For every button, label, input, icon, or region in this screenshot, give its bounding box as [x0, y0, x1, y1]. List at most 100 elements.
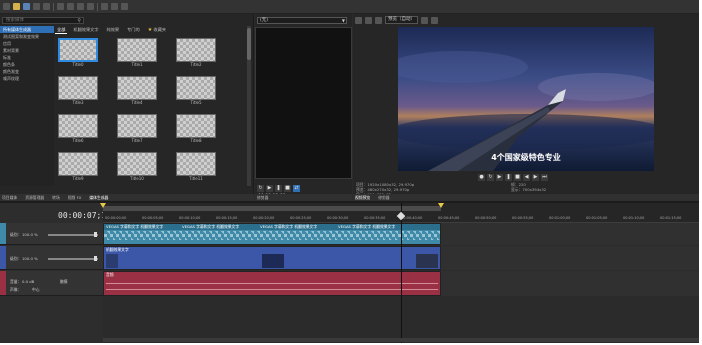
media-generators-panel: 搜索媒体 ⚲ 所有媒体生成器 测试图案和渐变效果 信用 素材背景 标准 颜色条 … [0, 14, 254, 208]
tab-trimmer-2[interactable]: 修剪器 [378, 195, 389, 201]
track-header-audio[interactable]: 音量： 0.0 dB 触摸 声像： 中心 [0, 271, 103, 296]
render-icon[interactable] [33, 3, 40, 10]
tree-item[interactable]: 素材背景 [0, 47, 54, 54]
sync-icon[interactable]: ⇄ [293, 184, 300, 192]
snapshot-icon[interactable] [431, 16, 438, 24]
redo-icon[interactable] [111, 3, 118, 10]
overlays-icon[interactable] [421, 16, 428, 24]
loop-icon[interactable]: ↻ [257, 184, 264, 192]
tab-trimmer[interactable]: 修剪器 [257, 195, 268, 201]
ruler-label: 00:01:00;00 [549, 216, 571, 220]
preset-thumbnail[interactable]: Title2 [176, 38, 216, 67]
preset-thumbnail[interactable]: Title7 [117, 114, 157, 143]
tree-item[interactable]: 信用 [0, 40, 54, 47]
trimmer-source-select[interactable]: (无) ▼ [257, 17, 347, 24]
title-clip[interactable]: VEGAS 字幕和文字 机翻效果文字 VEGAS 字幕和文字 机翻效果文字 VE… [103, 223, 441, 245]
video-clip[interactable]: 机翻效果文字 [103, 246, 441, 270]
waveform-line [106, 289, 438, 290]
go-end-icon[interactable]: ⏭ [541, 173, 548, 181]
loop-region-bar[interactable] [103, 206, 441, 211]
level-slider[interactable] [48, 256, 98, 261]
preset-thumbnail[interactable]: Title10 [117, 152, 157, 181]
save-icon[interactable] [23, 3, 30, 10]
tab-special[interactable]: 专门的 [125, 26, 142, 34]
stop-icon[interactable]: ■ [514, 173, 521, 181]
tab-project-media[interactable]: 项目媒体 [2, 195, 17, 201]
tab-title-effects[interactable]: 机翻效果文字 [71, 26, 100, 34]
preset-thumbnail[interactable]: Title6 [58, 114, 98, 143]
open-folder-icon[interactable] [13, 3, 20, 10]
external-monitor-icon[interactable] [365, 16, 372, 24]
clip-title: VEGAS 字幕和文字 机翻效果文字 [106, 224, 164, 229]
tab-favorites[interactable]: ★ 收藏夹 [146, 26, 168, 34]
preview-settings-icon[interactable] [355, 16, 362, 24]
tab-video-preview[interactable]: 视频预览 [355, 195, 370, 201]
delete-icon[interactable] [87, 3, 94, 10]
copy-icon[interactable] [67, 3, 74, 10]
stop-icon[interactable]: ■ [284, 184, 291, 192]
split-screen-icon[interactable] [375, 16, 382, 24]
preview-quality-select[interactable]: 预览（自动） [385, 16, 418, 24]
prev-frame-icon[interactable]: ◀ [523, 173, 530, 181]
play-icon[interactable]: ▶ [266, 184, 273, 192]
tree-item[interactable]: 颜色渐变 [0, 68, 54, 75]
track-header-title[interactable]: 级别： 100.0 % [0, 223, 103, 245]
tree-item[interactable]: 噪声纹理 [0, 75, 54, 82]
checker-preview [58, 76, 98, 100]
clip-thumbnail [106, 254, 118, 268]
pause-icon[interactable]: ❚ [505, 173, 512, 181]
tab-explorer[interactable]: 资源管理器 [25, 195, 44, 201]
loop-start-marker[interactable] [100, 203, 106, 208]
thumb-label: Title4 [131, 100, 143, 105]
cut-icon[interactable] [57, 3, 64, 10]
pause-icon[interactable]: ❚ [275, 184, 282, 192]
search-icon[interactable]: ⚲ [77, 18, 81, 24]
tab-transitions[interactable]: 转场 [52, 195, 60, 201]
volume-value: 0.0 dB [22, 279, 35, 284]
preset-thumbnail[interactable]: Title8 [176, 114, 216, 143]
preset-thumbnail[interactable]: Title11 [176, 152, 216, 181]
search-placeholder: 搜索媒体 [6, 18, 24, 23]
slider-knob[interactable] [94, 232, 97, 237]
tab-video-fx[interactable]: 视频 FX [68, 195, 82, 201]
new-project-icon[interactable] [3, 3, 10, 10]
level-value: 100.0 % [22, 232, 38, 237]
preset-thumbnail[interactable]: Title4 [117, 76, 157, 105]
next-frame-icon[interactable]: ▶ [532, 173, 539, 181]
history-icon[interactable] [121, 3, 128, 10]
loop-end-marker[interactable] [438, 203, 444, 208]
level-slider[interactable] [48, 232, 98, 237]
tree-item[interactable]: 颜色条 [0, 61, 54, 68]
thumb-label: Title2 [190, 62, 202, 67]
preset-thumbnail[interactable]: Title1 [117, 38, 157, 67]
tree-item[interactable]: 测试图案和渐变效果 [0, 33, 54, 40]
automation-mode[interactable]: 触摸 [60, 279, 68, 285]
checker-preview [58, 152, 98, 176]
undo-icon[interactable] [101, 3, 108, 10]
timeline-scrollbar[interactable] [103, 338, 699, 342]
tree-item[interactable]: 标准 [0, 54, 54, 61]
thumbnail-scrollbar[interactable] [247, 26, 251, 186]
preset-thumbnail[interactable]: Title0 [58, 38, 98, 67]
play-icon[interactable]: ▶ [496, 173, 503, 181]
tab-all[interactable]: 全部 [55, 26, 68, 34]
playhead[interactable] [401, 203, 402, 343]
audio-clip[interactable]: 音频 [103, 271, 441, 296]
settings-icon[interactable] [43, 3, 50, 10]
tab-pure-effects[interactable]: 纯效果 [105, 26, 122, 34]
tree-item[interactable]: 所有媒体生成器 [0, 26, 54, 33]
toolbar-divider [97, 2, 98, 11]
tab-media-generators[interactable]: 媒体生成器 [89, 195, 108, 201]
clip-title: VEGAS 字幕和文字 机翻效果文字 [182, 224, 240, 229]
search-input[interactable]: 搜索媒体 ⚲ [2, 17, 84, 24]
paste-icon[interactable] [77, 3, 84, 10]
record-icon[interactable]: ● [478, 173, 485, 181]
slider-knob[interactable] [94, 256, 97, 261]
track-header-video[interactable]: 级别： 100.0 % [0, 246, 103, 270]
preset-thumbnail[interactable]: Title5 [176, 76, 216, 105]
loop-icon[interactable]: ↻ [487, 173, 494, 181]
scrollbar-thumb[interactable] [247, 28, 251, 60]
ruler-label: 00:00:15;00 [216, 216, 238, 220]
preset-thumbnail[interactable]: Title3 [58, 76, 98, 105]
preset-thumbnail[interactable]: Title9 [58, 152, 98, 181]
